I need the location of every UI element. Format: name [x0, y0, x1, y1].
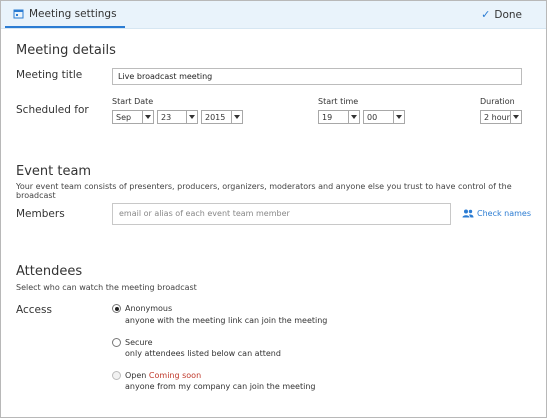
top-bar: Meeting settings ✓ Done [1, 1, 546, 29]
chevron-down-icon [393, 111, 404, 123]
coming-soon-badge: Coming soon [148, 371, 202, 380]
chevron-down-icon [510, 111, 521, 123]
members-label: Members [16, 208, 65, 220]
radio-anonymous[interactable] [112, 304, 121, 313]
minute-value: 00 [367, 113, 378, 122]
meeting-title-label: Meeting title [16, 69, 83, 81]
option-anonymous-title: Anonymous [125, 304, 173, 313]
day-select[interactable]: 23 [157, 110, 198, 124]
month-value: Sep [116, 113, 132, 122]
event-team-description: Your event team consists of presenters, … [16, 182, 512, 200]
hour-value: 19 [322, 113, 333, 122]
option-open-title-row: Open Coming soon [125, 371, 201, 380]
checkmark-icon: ✓ [481, 8, 491, 21]
year-select[interactable]: 2015 [201, 110, 243, 124]
chevron-down-icon [231, 111, 242, 123]
done-button[interactable]: ✓ Done [481, 8, 522, 21]
check-names-label: Check names [477, 209, 532, 218]
start-date-label: Start Date [112, 97, 154, 106]
option-secure-title: Secure [125, 338, 153, 347]
attendees-description: Select who can watch the meeting broadca… [16, 283, 197, 292]
attendees-heading: Attendees [16, 264, 83, 279]
chevron-down-icon [186, 111, 197, 123]
option-secure-desc: only attendees listed below can attend [125, 349, 281, 358]
option-open-title: Open [125, 371, 147, 380]
start-time-label: Start time [318, 97, 359, 106]
month-select[interactable]: Sep [112, 110, 154, 124]
done-label: Done [494, 8, 522, 21]
option-anonymous-desc: anyone with the meeting link can join th… [125, 316, 328, 325]
members-input[interactable]: email or alias of each event team member [112, 203, 451, 225]
hour-select[interactable]: 19 [318, 110, 360, 124]
meeting-settings-window: Meeting settings ✓ Done Meeting details … [0, 0, 547, 418]
radio-secure[interactable] [112, 338, 121, 347]
day-value: 23 [161, 113, 172, 122]
people-icon [462, 209, 474, 218]
chevron-down-icon [348, 111, 359, 123]
duration-label: Duration [480, 97, 515, 106]
calendar-icon [13, 9, 24, 19]
year-value: 2015 [205, 113, 226, 122]
meeting-title-input[interactable]: Live broadcast meeting [112, 68, 522, 85]
access-label: Access [16, 304, 52, 316]
tab-meeting-settings[interactable]: Meeting settings [5, 1, 125, 28]
check-names-button[interactable]: Check names [462, 209, 531, 218]
scheduled-for-label: Scheduled for [16, 104, 89, 116]
minute-select[interactable]: 00 [363, 110, 405, 124]
tab-label: Meeting settings [29, 7, 117, 20]
radio-open[interactable] [112, 371, 121, 380]
duration-select[interactable]: 2 hours [480, 110, 522, 124]
option-open-desc: anyone from my company can join the meet… [125, 382, 316, 391]
meeting-details-heading: Meeting details [16, 43, 116, 58]
chevron-down-icon [142, 111, 153, 123]
event-team-heading: Event team [16, 164, 92, 179]
